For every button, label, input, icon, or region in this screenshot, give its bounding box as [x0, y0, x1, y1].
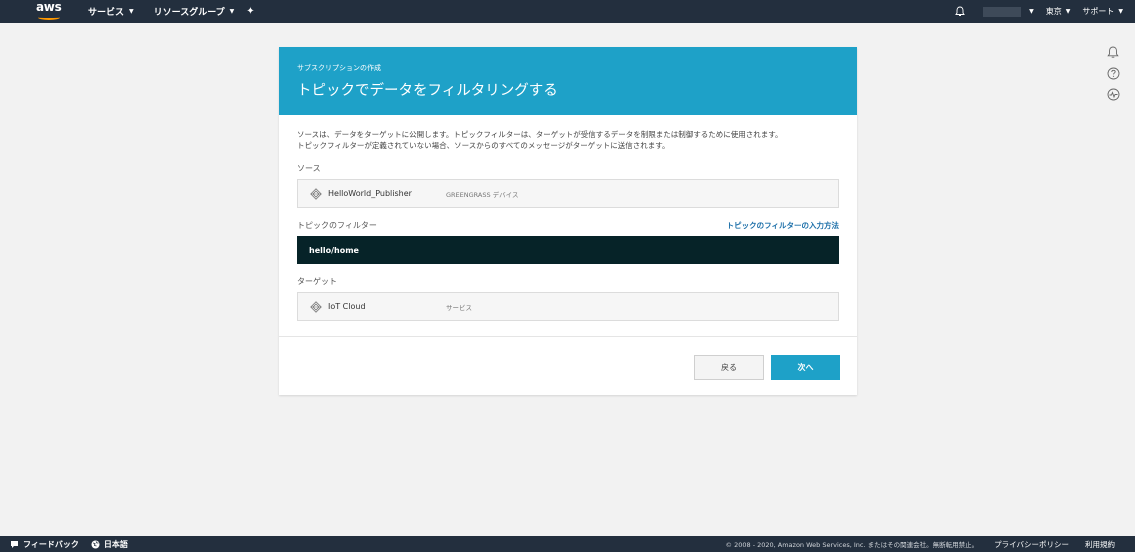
language-selector[interactable]: 日本語 [91, 539, 128, 550]
source-type: GREENGRASS デバイス [446, 190, 519, 199]
services-label: サービス [88, 8, 125, 18]
feedback-label: フィードバック [23, 539, 79, 549]
side-icons [1106, 46, 1120, 101]
nav-right: ▼ 東京 ▼ サポート ▼ [955, 0, 1135, 23]
target-type: サービス [446, 303, 472, 312]
topic-filter-value: hello/home [309, 245, 359, 255]
aws-logo-text: aws [36, 0, 62, 14]
description: ソースは、データをターゲットに公開します。トピックフィルターは、ターゲットが受信… [297, 129, 839, 151]
panel-divider [279, 336, 857, 337]
pin-icon[interactable]: ✦ [246, 6, 254, 17]
description-line-1: ソースは、データをターゲットに公開します。トピックフィルターは、ターゲットが受信… [297, 130, 783, 139]
create-subscription-panel: サブスクリプションの作成 トピックでデータをフィルタリングする ソースは、データ… [279, 47, 857, 395]
topic-help-link[interactable]: トピックのフィルターの入力方法 [727, 220, 839, 231]
panel-title: トピックでデータをフィルタリングする [297, 83, 558, 99]
bell-icon[interactable] [955, 6, 965, 17]
region-menu[interactable]: 東京 ▼ [1046, 6, 1071, 17]
resource-groups-label: リソースグループ [153, 8, 225, 18]
footer: フィードバック 日本語 © 2008 - 2020, Amazon Web Se… [0, 536, 1135, 552]
target-field: IoT Cloud サービス [297, 292, 839, 321]
footer-right: © 2008 - 2020, Amazon Web Services, Inc.… [726, 536, 1115, 552]
top-nav: aws サービス ▼ リソースグループ ▼ ✦ ▼ 東京 ▼ サポート ▼ [0, 0, 1135, 23]
target-label: ターゲット [297, 277, 337, 286]
support-label: サポート [1082, 7, 1115, 16]
privacy-link[interactable]: プライバシーポリシー [994, 539, 1069, 550]
aws-logo[interactable]: aws [34, 0, 68, 23]
copyright-text: © 2008 - 2020, Amazon Web Services, Inc.… [725, 541, 979, 549]
chevron-down-icon: ▼ [1118, 8, 1123, 15]
back-button[interactable]: 戻る [694, 355, 764, 380]
globe-icon [91, 540, 100, 548]
support-menu[interactable]: サポート ▼ [1082, 6, 1123, 17]
chevron-down-icon: ▼ [229, 8, 235, 15]
source-label: ソース [297, 164, 321, 173]
account-name-redacted[interactable] [983, 6, 1022, 17]
resource-groups-menu[interactable]: リソースグループ ▼ [154, 5, 235, 18]
status-icon[interactable] [1107, 88, 1120, 101]
chevron-down-icon: ▼ [129, 8, 134, 15]
source-label-row: ソース [297, 163, 839, 174]
target-name: IoT Cloud [328, 302, 366, 311]
next-button[interactable]: 次へ [771, 355, 840, 380]
panel-body: ソースは、データをターゲットに公開します。トピックフィルターは、ターゲットが受信… [279, 115, 857, 321]
help-circle-icon[interactable] [1107, 67, 1120, 80]
services-menu[interactable]: サービス ▼ [88, 5, 134, 18]
chevron-down-icon: ▼ [1029, 8, 1034, 15]
chevron-down-icon: ▼ [1065, 8, 1071, 15]
panel-header: サブスクリプションの作成 トピックでデータをフィルタリングする [279, 47, 857, 115]
aws-smile-icon [38, 15, 60, 20]
source-name: HelloWorld_Publisher [328, 189, 412, 198]
topic-label: トピックのフィルター [297, 221, 377, 230]
topic-filter-input[interactable]: hello/home [297, 236, 839, 264]
language-label: 日本語 [103, 539, 128, 549]
greengrass-icon [310, 300, 322, 313]
account-menu-caret[interactable]: ▼ [1029, 8, 1034, 15]
terms-link[interactable]: 利用規約 [1085, 539, 1115, 550]
region-label: 東京 [1045, 7, 1062, 16]
description-line-2: トピックフィルターが定義されていない場合、ソースからのすべてのメッセージがターゲ… [297, 141, 670, 150]
footer-left: フィードバック 日本語 [10, 539, 140, 550]
speech-bubble-icon [11, 540, 18, 548]
target-label-row: ターゲット [297, 276, 839, 287]
source-field: HelloWorld_Publisher GREENGRASS デバイス [297, 179, 839, 208]
feedback-link[interactable]: フィードバック [10, 539, 79, 550]
panel-subtitle: サブスクリプションの作成 [297, 64, 381, 72]
greengrass-icon [310, 187, 322, 200]
bell-icon[interactable] [1107, 46, 1119, 59]
topic-label-row: トピックのフィルター トピックのフィルターの入力方法 [297, 220, 839, 231]
